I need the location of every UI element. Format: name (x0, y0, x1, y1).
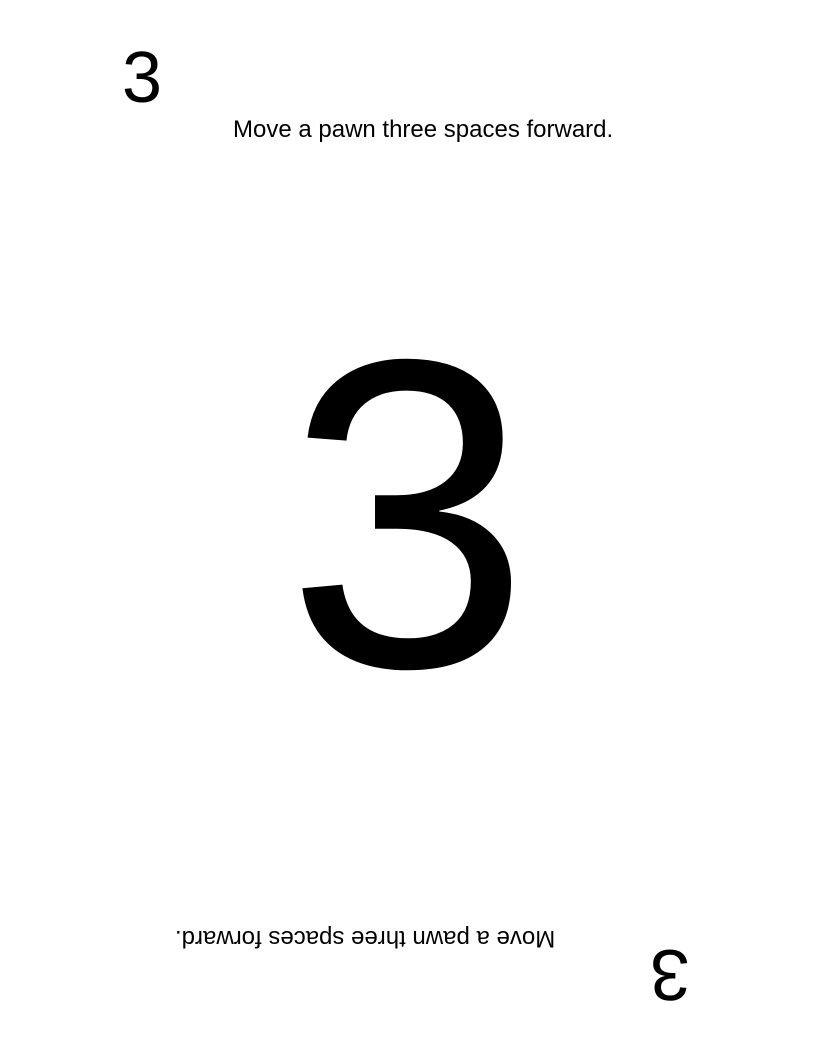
top-left-card-number: 3 (122, 38, 163, 118)
game-card: 3 Move a pawn three spaces forward. 3 Mo… (0, 0, 816, 1056)
center-card-number: 3 (285, 269, 531, 760)
top-instruction-text: Move a pawn three spaces forward. (233, 116, 614, 143)
bottom-instruction-text-inverted: Move a pawn three spaces forward. (175, 925, 556, 952)
bottom-right-card-number-inverted: 3 (650, 934, 691, 1014)
